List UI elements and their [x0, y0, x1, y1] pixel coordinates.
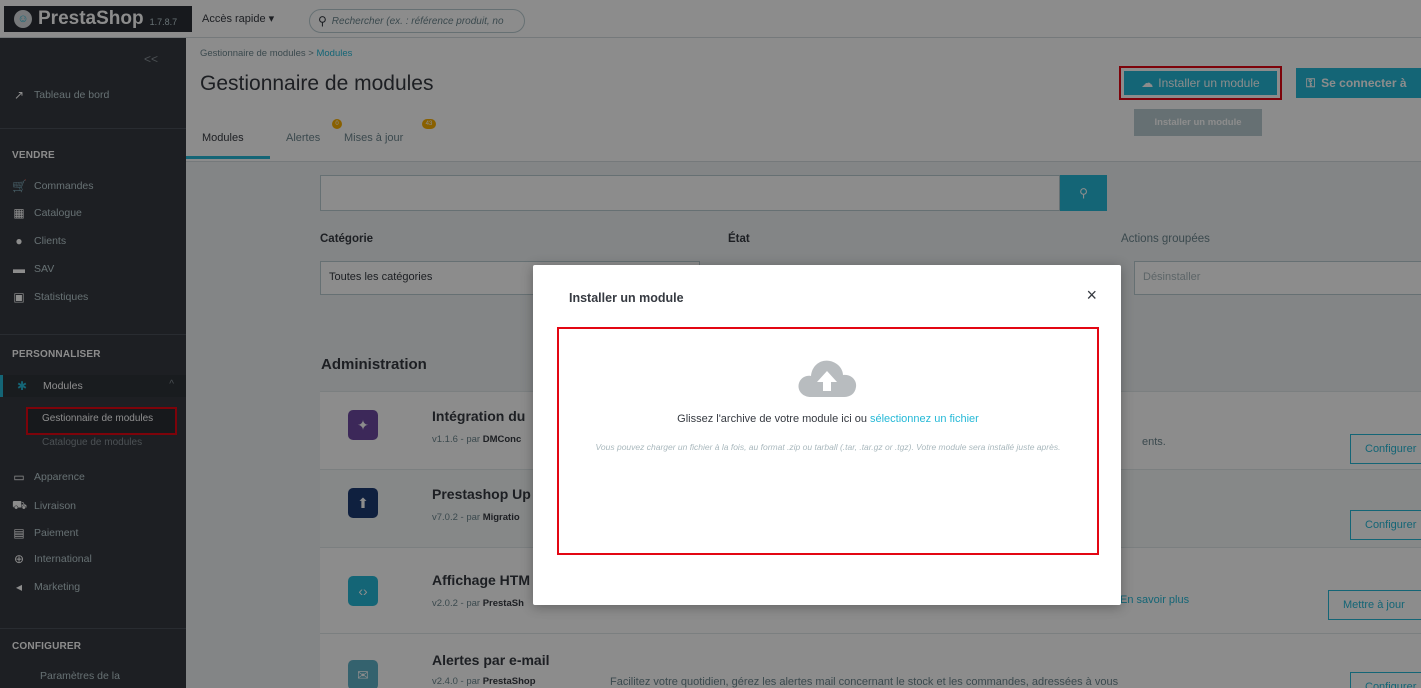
dropzone-hint: Vous pouvez charger un fichier à la fois… [595, 442, 1061, 452]
modal-title: Installer un module [569, 291, 684, 305]
dropzone-text: Glissez l'archive de votre module ici ou… [559, 413, 1097, 425]
select-file-link[interactable]: sélectionnez un fichier [870, 413, 979, 425]
module-dropzone[interactable]: Glissez l'archive de votre module ici ou… [557, 327, 1099, 555]
dropzone-instruction: Glissez l'archive de votre module ici ou [677, 413, 870, 425]
install-module-modal: Installer un module × Glissez l'archive … [533, 265, 1121, 605]
cloud-upload-icon [798, 360, 857, 397]
close-icon[interactable]: × [1086, 285, 1097, 306]
